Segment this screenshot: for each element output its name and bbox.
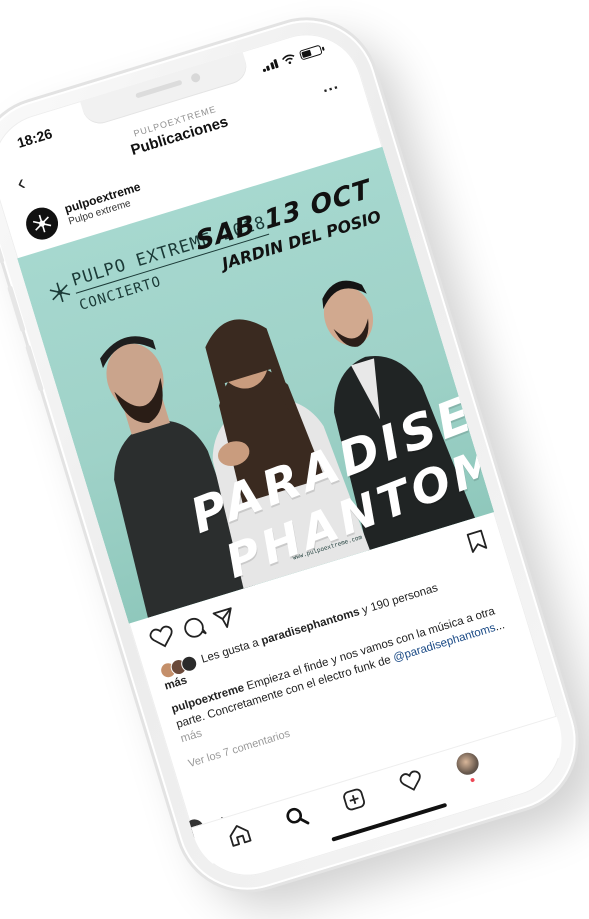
status-icons bbox=[260, 44, 323, 73]
volume-down-button bbox=[25, 344, 44, 392]
home-icon[interactable] bbox=[224, 820, 254, 850]
bookmark-icon[interactable] bbox=[465, 528, 489, 554]
caption-ellipsis: ... bbox=[493, 618, 507, 634]
mute-switch bbox=[0, 237, 5, 264]
signal-icon bbox=[260, 58, 279, 73]
volume-up-button bbox=[6, 285, 26, 333]
heart-icon[interactable] bbox=[148, 623, 177, 651]
share-icon[interactable] bbox=[211, 605, 238, 632]
notification-dot bbox=[470, 777, 476, 783]
phone-frame: 18:26 ‹ PULPOEXTREME Publicaciones ... p… bbox=[0, 2, 589, 908]
tab-bar bbox=[191, 715, 569, 867]
avatar[interactable] bbox=[22, 203, 63, 244]
phone-screen: 18:26 ‹ PULPOEXTREME Publicaciones ... p… bbox=[0, 20, 576, 890]
stage: 18:26 ‹ PULPOEXTREME Publicaciones ... p… bbox=[0, 0, 589, 919]
comment-icon[interactable] bbox=[180, 614, 207, 641]
battery-icon bbox=[298, 44, 323, 61]
search-icon[interactable] bbox=[282, 802, 312, 832]
profile-avatar[interactable] bbox=[453, 749, 484, 783]
add-post-icon[interactable] bbox=[339, 785, 369, 815]
caption-more-link[interactable]: más bbox=[179, 727, 203, 745]
wifi-icon bbox=[281, 54, 295, 64]
status-time: 18:26 bbox=[15, 125, 55, 151]
heart-icon[interactable] bbox=[396, 767, 426, 797]
octopus-logo-icon bbox=[32, 214, 52, 233]
